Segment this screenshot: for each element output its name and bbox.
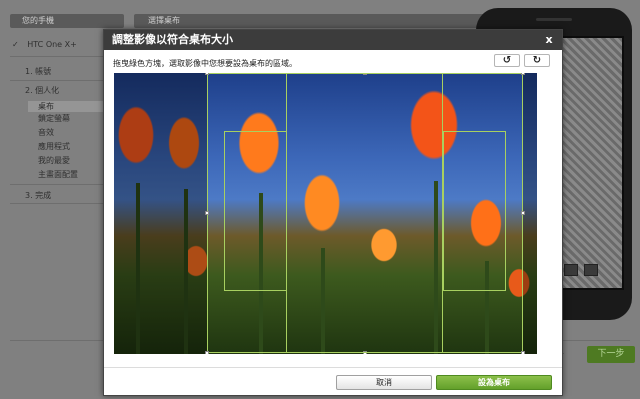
crop-handle-right[interactable] [521, 211, 525, 215]
cancel-button[interactable]: 取消 [336, 375, 432, 390]
footer-divider [104, 367, 562, 368]
next-step-button: 下一步 [587, 346, 635, 363]
phone-model-label: HTC One X+ [27, 40, 77, 49]
crop-shade-right [523, 73, 537, 354]
choose-wallpaper-header: 選擇桌布 [134, 14, 514, 28]
dialog-title: 調整影像以符合桌布大小 [112, 33, 233, 46]
divider [10, 184, 106, 185]
substep-wallpaper: 桌布 [28, 101, 106, 112]
check-icon: ✓ [12, 40, 19, 49]
step-account: 1. 帳號 [25, 67, 52, 76]
phone-model-row: ✓ HTC One X+ [12, 40, 77, 49]
screen-guide-right [443, 131, 506, 291]
substep-homescreen: 主畫面配置 [38, 170, 78, 179]
crop-shade-left [114, 73, 207, 354]
set-wallpaper-button[interactable]: 設為桌布 [436, 375, 552, 390]
crop-handle-bottom-left[interactable] [205, 351, 209, 354]
rotate-right-button[interactable]: ↻ [524, 54, 550, 67]
step-finish: 3. 完成 [25, 191, 52, 200]
your-phone-header: 您的手機 [10, 14, 124, 28]
substep-sound: 音效 [38, 128, 54, 137]
divider [10, 80, 106, 81]
divider [10, 56, 106, 57]
message-icon [564, 264, 578, 276]
rotate-right-icon: ↻ [532, 55, 542, 66]
crop-handle-top-left[interactable] [205, 73, 209, 75]
rotate-left-button[interactable]: ↺ [494, 54, 520, 67]
crop-dialog: 調整影像以符合桌布大小 x 拖曳綠色方塊，選取影像中您想要設為桌布的區域。 ↺ … [103, 29, 563, 396]
screen-guide-center [286, 73, 443, 353]
divider [10, 203, 106, 204]
dialog-title-bar: 調整影像以符合桌布大小 x [104, 30, 562, 50]
crop-handle-bottom-right[interactable] [521, 351, 525, 354]
phone-speaker [536, 18, 572, 21]
step-personalize: 2. 個人化 [25, 86, 60, 95]
screen-guide-left [224, 131, 287, 291]
substep-lockscreen: 鎖定螢幕 [38, 114, 70, 123]
rotate-left-icon: ↺ [502, 55, 512, 66]
crop-handle-top-right[interactable] [521, 73, 525, 75]
wallpaper-image [114, 73, 537, 354]
camera-icon [584, 264, 598, 276]
substep-favorites: 我的最愛 [38, 156, 70, 165]
close-icon[interactable]: x [542, 32, 556, 48]
crop-handle-left[interactable] [205, 211, 209, 215]
instruction-text: 拖曳綠色方塊，選取影像中您想要設為桌布的區域。 [113, 59, 297, 68]
substep-apps: 應用程式 [38, 142, 70, 151]
